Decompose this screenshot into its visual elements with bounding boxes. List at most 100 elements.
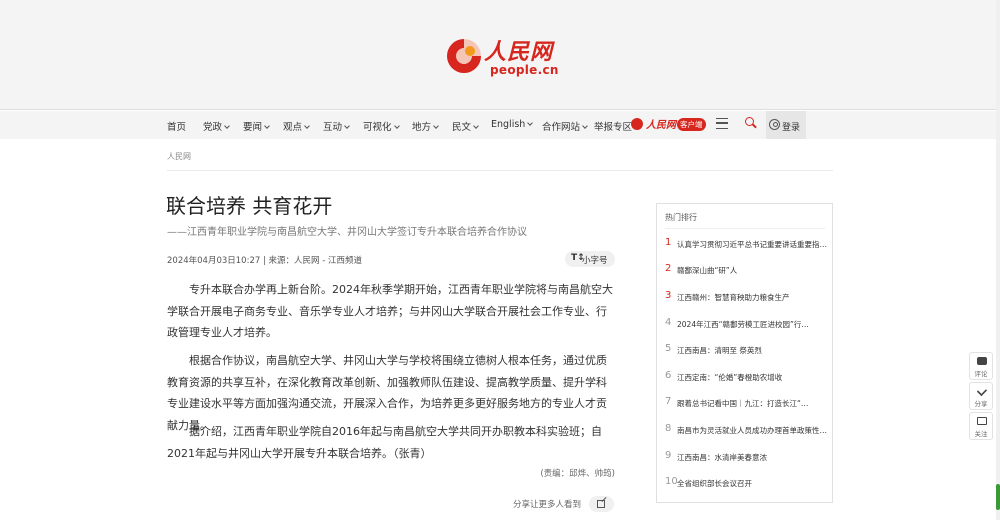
people-logo[interactable]: 人民网 people.cn — [444, 34, 564, 84]
nav-item-visual[interactable]: 可视化 — [363, 119, 400, 133]
hot-rank: 10 — [665, 476, 678, 487]
hot-rank: 1 — [665, 237, 672, 248]
hot-item[interactable]: 5 江西南昌：清明至 祭英烈 — [657, 343, 834, 363]
hot-title-divider — [665, 228, 825, 229]
comment-label: 评论 — [974, 370, 988, 378]
hot-headline: 南昌市为灵活就业人员成功办理首单政策性… — [677, 426, 827, 435]
logo-text-en: people.cn — [490, 63, 559, 77]
article-paragraph: 据介绍，江西青年职业学院自2016年起与南昌航空大学共同开办职教本科实验班；自2… — [167, 425, 602, 460]
follow-button[interactable]: 关注 — [969, 412, 993, 440]
hot-rank: 2 — [665, 263, 672, 274]
hot-headline: 江西定南：“伦婚”春橙助农增收 — [677, 373, 783, 382]
hot-item[interactable]: 6 江西定南：“伦婚”春橙助农增收 — [657, 370, 834, 390]
hot-item[interactable]: 9 江西南昌：水清岸美春意浓 — [657, 450, 834, 470]
nav-item-local[interactable]: 地方 — [412, 119, 439, 133]
nav-item-news[interactable]: 要闻 — [243, 119, 270, 133]
hot-item[interactable]: 8 南昌市为灵活就业人员成功办理首单政策性… — [657, 423, 834, 443]
hot-headline: 全省组织部长会议召开 — [677, 479, 752, 488]
article-paragraph: 专升本联合办学再上新台阶。2024年秋季学期开始，江西青年职业学院将与南昌航空大… — [167, 283, 613, 339]
article-meta: 2024年04月03日10:27 | 来源：人民网 - 江西频道 — [167, 256, 362, 266]
hot-ranking-panel: 热门排行 1 认真学习贯彻习近平总书记重要讲话重要指… 2 赣鄱深山曲“研”人 3江… — [656, 203, 833, 503]
logo-mark-icon — [447, 39, 481, 73]
nav-item-home[interactable]: 首页 — [167, 119, 186, 133]
share-icon — [976, 385, 988, 397]
nav-label: 举报专区 — [594, 122, 633, 133]
chevron-down-icon — [473, 123, 479, 129]
hot-headline: 认真学习贯彻习近平总书记重要讲话重要指… — [677, 240, 827, 249]
page-scrollbar[interactable] — [996, 0, 1000, 520]
nav-label: 可视化 — [363, 122, 392, 133]
hot-headline: 江西赣州：智慧育秧助力粮食生产 — [677, 293, 790, 302]
hot-headline: 江西南昌：清明至 祭英烈 — [677, 346, 762, 355]
share-side-label: 分享 — [974, 400, 988, 408]
login-label: 登录 — [782, 123, 801, 133]
comment-button[interactable]: 评论 — [969, 352, 993, 380]
hot-rank: 3 — [665, 290, 672, 301]
nav-label: 观点 — [283, 122, 303, 133]
nav-label: English — [491, 119, 526, 130]
font-size-label: 小字号 — [582, 256, 608, 266]
chevron-down-icon — [304, 123, 310, 129]
article-subtitle: ——江西青年职业学院与南昌航空大学、井冈山大学签订专升本联合培养合作协议 — [167, 227, 527, 238]
share-button[interactable] — [589, 496, 614, 512]
nav-label: 互动 — [323, 122, 343, 133]
hot-item[interactable]: 3 江西赣州：智慧育秧助力粮食生产 — [657, 290, 834, 310]
breadcrumb[interactable]: 人民网 — [167, 151, 191, 162]
share-external-icon — [597, 500, 605, 508]
share-label: 分享让更多人看到 — [513, 500, 582, 510]
nav-label: 合作网站 — [542, 122, 581, 133]
editor-credit: (责编：邱烨、帅筠) — [540, 469, 615, 479]
nav-item-opinion[interactable]: 观点 — [283, 119, 310, 133]
comment-icon — [977, 357, 987, 365]
hot-headline: 江西南昌：水清岸美春意浓 — [677, 453, 767, 462]
hot-rank: 7 — [665, 396, 672, 407]
hot-rank: 5 — [665, 343, 672, 354]
chevron-down-icon — [224, 123, 230, 129]
chevron-down-icon — [393, 123, 400, 129]
hot-rank: 6 — [665, 370, 672, 381]
app-badge: 客户端 — [677, 118, 706, 131]
share-side-button[interactable]: 分享 — [969, 382, 993, 410]
hot-headline: 跟着总书记看中国｜九江：打造长江“… — [677, 399, 809, 408]
nav-item-report[interactable]: 举报专区 — [594, 119, 632, 133]
nav-item-english[interactable]: English — [491, 119, 534, 130]
share-bar: 分享让更多人看到 — [509, 496, 615, 512]
nav-item-partners[interactable]: 合作网站 — [542, 119, 588, 133]
follow-icon — [977, 417, 987, 425]
nav-item-interact[interactable]: 互动 — [323, 119, 350, 133]
hot-rank: 8 — [665, 423, 672, 434]
floating-toolbar: 评论 分享 关注 — [969, 352, 993, 442]
chevron-down-icon — [264, 123, 270, 129]
hot-item[interactable]: 1 认真学习贯彻习近平总书记重要讲话重要指… — [657, 237, 834, 257]
user-icon — [769, 119, 780, 130]
nav-label: 民文 — [452, 122, 472, 133]
hot-item[interactable]: 2 赣鄱深山曲“研”人 — [657, 263, 834, 283]
hot-rank: 9 — [665, 450, 672, 461]
hot-headline: 2024年江西“赣鄱劳模工匠进校园”行… — [677, 320, 809, 329]
chevron-down-icon — [344, 123, 350, 129]
font-size-toggle[interactable]: T↕ 小字号 — [565, 251, 615, 267]
article-title: 联合培养 共育花开 — [166, 194, 333, 218]
nav-label: 地方 — [412, 122, 432, 133]
nav-item-minwen[interactable]: 民文 — [452, 119, 479, 133]
scrollbar-thumb[interactable] — [996, 484, 1000, 510]
login-button[interactable]: 登录 — [766, 111, 806, 139]
chevron-down-icon — [433, 123, 439, 129]
chevron-down-icon — [527, 120, 534, 126]
app-logo-icon — [631, 118, 643, 130]
logo-text-cn: 人民网 — [484, 39, 554, 65]
search-icon[interactable] — [745, 117, 757, 129]
hot-headline: 赣鄱深山曲“研”人 — [677, 266, 738, 275]
breadcrumb-divider — [167, 170, 833, 171]
nav-item-party[interactable]: 党政 — [203, 119, 230, 133]
chevron-down-icon — [582, 123, 588, 129]
nav-label: 党政 — [203, 122, 223, 133]
nav-label: 首页 — [167, 122, 187, 133]
nav-label: 要闻 — [243, 122, 263, 133]
menu-icon[interactable] — [716, 118, 728, 129]
hot-rank: 4 — [665, 317, 672, 328]
hot-item[interactable]: 4 2024年江西“赣鄱劳模工匠进校园”行… — [657, 317, 834, 337]
hot-item[interactable]: 7 跟着总书记看中国｜九江：打造长江“… — [657, 396, 834, 416]
hot-item[interactable]: 10 全省组织部长会议召开 — [657, 476, 834, 496]
follow-label: 关注 — [974, 430, 988, 438]
